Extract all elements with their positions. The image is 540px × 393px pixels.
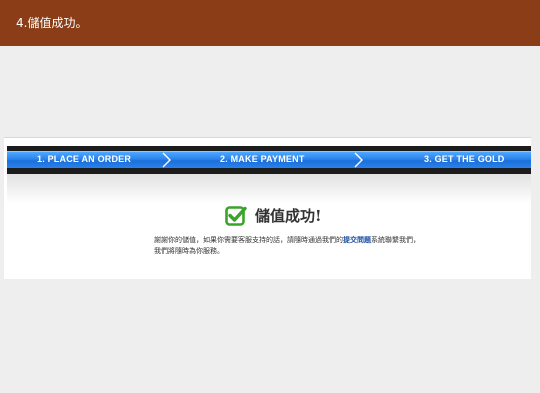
steps-progress-bar: 1. PLACE AN ORDER 2. MAKE PAYMENT 3. GET… [7,146,531,174]
message-line-1: 謝謝你的儲值，如果你需要客服支持的話，請隨時通過我們的提交問題系統聯繫我們， [154,235,454,246]
page-header: 4.儲值成功。 [0,0,540,46]
step-make-payment: 2. MAKE PAYMENT [220,154,305,164]
step-get-gold: 3. GET THE GOLD [424,154,505,164]
chevron-right-icon [160,147,174,173]
message-text-1: 謝謝你的儲值，如果你需要客服支持的話，請隨時通過我們的 [154,236,343,244]
message-text-2: 系統聯繫我們， [371,236,420,244]
message-line-2: 我們將隨時為你服務。 [154,247,224,255]
result-panel: 1. PLACE AN ORDER 2. MAKE PAYMENT 3. GET… [4,137,531,279]
chevron-right-icon [352,147,366,173]
submit-question-link[interactable]: 提交問題 [343,236,371,244]
page-title: 4.儲值成功。 [16,16,88,30]
check-icon [225,205,247,227]
panel-shade [7,174,531,204]
success-message: 謝謝你的儲值，如果你需要客服支持的話，請隨時通過我們的提交問題系統聯繫我們， 我… [154,235,454,257]
step-place-order: 1. PLACE AN ORDER [37,154,132,164]
success-title: 儲值成功! [255,207,322,225]
